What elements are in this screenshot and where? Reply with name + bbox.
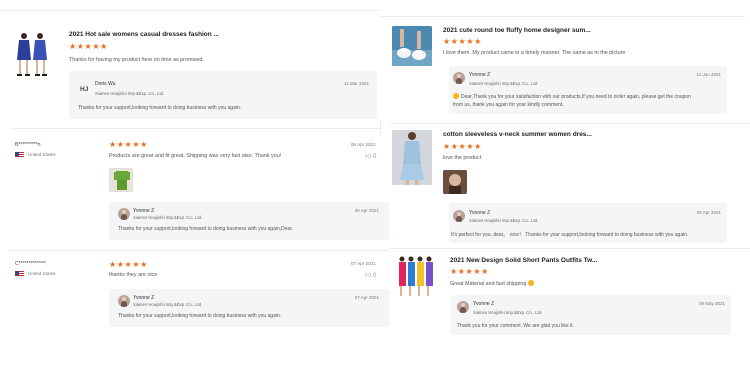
seller-name: Doris Wu: [95, 81, 116, 87]
seller-avatar: [118, 208, 130, 220]
reply-text: Thank you for your comment. We are glad …: [457, 323, 574, 329]
divider-left-2: [10, 250, 390, 251]
reply-date: 11 Jun 2021: [696, 72, 721, 77]
reply-text: It's perfect for you, dear。 nice！ Thanks…: [451, 232, 689, 238]
rating-stars: ★★★★★: [109, 140, 148, 149]
reviewer-country: United States: [28, 152, 56, 157]
seller-company: Xiamen Houjinfei Imp.&Exp. Co., Ltd.: [469, 218, 539, 223]
review-comment: Thanks for having my product here on tim…: [69, 57, 204, 63]
reviewer-country: United States: [28, 271, 56, 276]
product-name[interactable]: 2021 Hot sale womens casual dresses fash…: [69, 31, 219, 38]
reply-date: 11 Mar 2021: [344, 81, 369, 86]
seller-initials-avatar: HJ: [80, 86, 89, 93]
rating-stars: ★★★★★: [450, 267, 489, 276]
rating-stars: ★★★★★: [69, 42, 108, 51]
seller-name: Yvonne Z: [469, 72, 491, 78]
thumbs-up-icon: 👍︎: [365, 154, 372, 160]
like-count: 0: [372, 273, 377, 279]
review-date: 07 Apr 2021: [351, 261, 376, 266]
reply-text-line1: Dear,Thank you for your satisfaction wit…: [461, 94, 691, 100]
reply-date: 07 Apr 2021: [354, 295, 379, 300]
reply-date: 06 Apr 2021: [354, 208, 379, 213]
product-name[interactable]: cotton sleeveless v-neck summer women dr…: [443, 131, 592, 138]
smile-emoji-icon: [527, 280, 534, 286]
column-divider: [380, 120, 381, 134]
rating-stars: ★★★★★: [443, 37, 482, 46]
seller-avatar: [457, 301, 469, 313]
review-comment: I love them. My product came in a timely…: [443, 50, 626, 56]
reply-text: Thanks for your support,looking forward …: [118, 313, 282, 319]
seller-avatar: [453, 210, 465, 222]
divider-left-1: [10, 128, 380, 129]
reply-text: Thanks for your support,looking forward …: [118, 226, 294, 232]
seller-reply: Yvonne Z Xiamen Houjinfei Imp.&Exp. Co.,…: [449, 203, 727, 243]
product-name[interactable]: 2021 New Design Solid Short Pants Outfit…: [450, 257, 597, 264]
product-thumbnail[interactable]: [10, 30, 54, 78]
reply-text: Dear,Thank you for your satisfaction wit…: [453, 93, 691, 100]
reviewer-name: C**************: [15, 261, 46, 267]
seller-avatar: [118, 295, 130, 307]
us-flag-icon: [15, 152, 24, 158]
product-thumbnail[interactable]: [392, 26, 432, 66]
thumbs-up-icon: 👍︎: [365, 273, 372, 279]
smile-emoji-icon: [453, 93, 459, 99]
reviewer-name: B**********n: [15, 142, 41, 148]
top-divider-left: [0, 10, 380, 11]
reply-text-line2: from us, thank you again for your kindly…: [453, 102, 564, 108]
rating-stars: ★★★★★: [443, 142, 482, 151]
seller-company: Xiamen Houjinfei Imp.&Exp. Co., Ltd.: [133, 215, 203, 220]
top-divider-right: [380, 16, 745, 17]
seller-reply: Yvonne Z Xiamen Houjinfei Imp.&Exp. Co.,…: [449, 66, 727, 114]
review-photo[interactable]: [109, 168, 133, 192]
seller-company: Xiamen Houjinfei Imp.&Exp. Co., Ltd.: [473, 310, 543, 315]
like-button[interactable]: 👍︎ 0: [365, 152, 376, 160]
seller-reply: Yvonne Z Xiamen Houjinfei Imp.&Exp. Co.,…: [109, 289, 389, 327]
seller-reply: Yvonne Z Xiamen Houjinfei Imp.&Exp. Co.,…: [109, 202, 389, 240]
reply-text: Thanks for your support,looking forward …: [78, 105, 242, 111]
seller-reply: HJ Doris Wu Xiamen Houjinfei Imp.&Exp. C…: [69, 71, 377, 119]
rating-stars: ★★★★★: [109, 260, 148, 269]
review-comment: Products are great and fit great. Shippi…: [109, 153, 282, 159]
seller-company: Xiamen Houjinfei Imp.&Exp. Co., Ltd.: [469, 81, 539, 86]
review-photo[interactable]: [443, 170, 467, 194]
like-count: 0: [372, 154, 377, 160]
product-name[interactable]: 2021 cute round toe fluffy home designer…: [443, 27, 591, 34]
reply-date: 09 May 2021: [698, 301, 725, 306]
product-thumbnail[interactable]: [397, 256, 439, 298]
seller-name: Yvonne Z: [133, 208, 155, 214]
review-comment: love the product: [443, 155, 482, 161]
reply-date: 08 Apr 2021: [696, 210, 721, 215]
review-comment: thanks they are nice: [109, 272, 158, 278]
seller-avatar: [453, 72, 465, 84]
review-comment: Great Material and fast shipping: [450, 280, 536, 287]
seller-name: Yvonne Z: [473, 301, 495, 307]
review-date: 06 Apr 2021: [351, 142, 376, 147]
seller-name: Yvonne Z: [133, 295, 155, 301]
seller-company: Xiamen Houjinfei Imp.&Exp. Co., Ltd.: [133, 302, 203, 307]
us-flag-icon: [15, 271, 24, 277]
divider-right-1: [390, 123, 750, 124]
divider-right-2: [390, 248, 750, 249]
seller-name: Yvonne Z: [469, 210, 491, 216]
like-button[interactable]: 👍︎ 0: [365, 271, 376, 279]
product-thumbnail[interactable]: [392, 130, 432, 185]
seller-company: Xiamen Houjinfei Imp.&Exp. Co., Ltd.: [95, 91, 165, 96]
review-comment-text: Great Material and fast shipping: [450, 281, 527, 287]
seller-reply: Yvonne Z Xiamen Houjinfei Imp.&Exp. Co.,…: [451, 295, 731, 335]
